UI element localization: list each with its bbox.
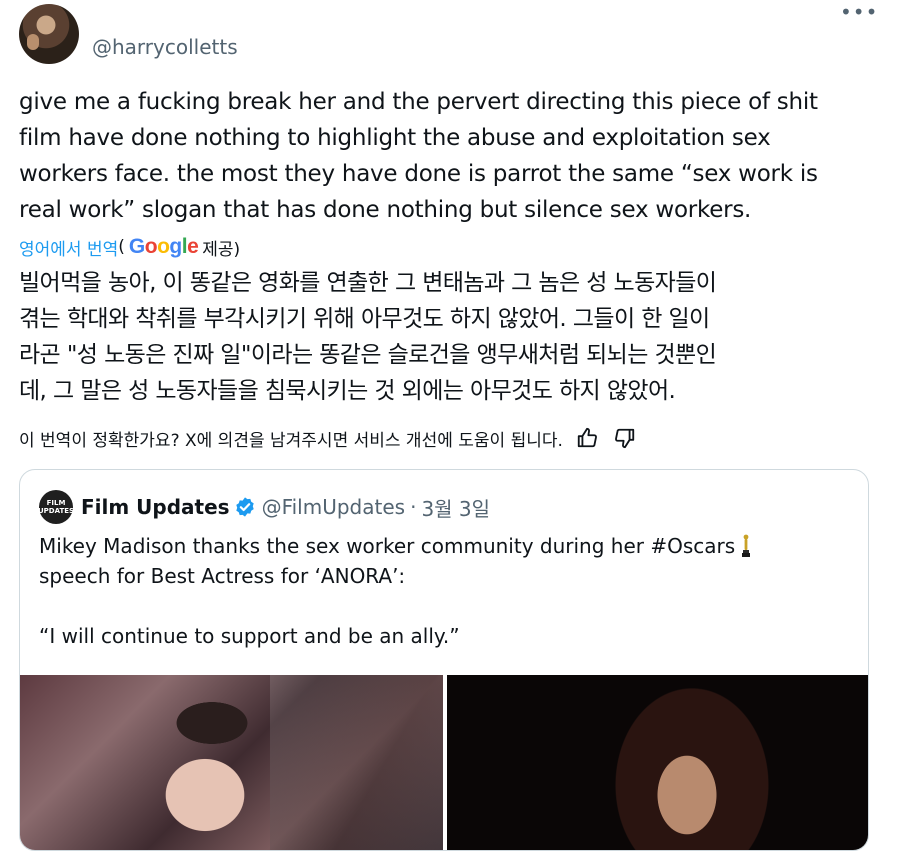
quoted-date[interactable]: 3월 3일 <box>421 493 490 522</box>
thumbs-down-icon[interactable] <box>611 424 639 452</box>
feedback-prompt: 이 번역이 정확한가요? X에 의견을 남겨주시면 서비스 개선에 도움이 됩니… <box>19 430 563 451</box>
quoted-author-name[interactable]: Film Updates <box>81 495 230 519</box>
translation-attribution: 영어에서 번역 ( Google 제공) <box>19 233 240 261</box>
verified-badge-icon <box>235 497 254 517</box>
translation-feedback: 이 번역이 정확한가요? X에 의견을 남겨주시면 서비스 개선에 도움이 됩니… <box>19 423 639 453</box>
author-handle[interactable]: @harrycolletts <box>92 35 238 59</box>
quoted-avatar[interactable]: FILM UPDATES <box>38 490 74 524</box>
quoted-tweet[interactable]: FILM UPDATES Film Updates @FilmUpdates ·… <box>19 469 869 851</box>
google-logo: Google <box>128 235 199 258</box>
quoted-tweet-header: FILM UPDATES Film Updates @FilmUpdates ·… <box>38 490 490 524</box>
more-options-icon[interactable]: ••• <box>840 2 877 25</box>
thumbs-up-icon[interactable] <box>573 424 601 452</box>
oscar-trophy-icon <box>742 534 751 557</box>
media-image-left[interactable] <box>20 675 443 850</box>
quoted-tweet-text: Mikey Madison thanks the sex worker comm… <box>39 531 839 651</box>
translate-paren-open: ( <box>118 237 125 257</box>
media-image-right[interactable] <box>447 675 868 850</box>
translate-link[interactable]: 영어에서 번역 <box>19 235 118 260</box>
quoted-text-line-1: Mikey Madison thanks the sex worker comm… <box>39 534 736 558</box>
quoted-author-handle[interactable]: @FilmUpdates <box>262 495 406 519</box>
quoted-text-rest: speech for Best Actress for ‘ANORA’: “I … <box>39 564 460 648</box>
header-separator: · <box>410 495 417 519</box>
translated-text: 빌어먹을 농아, 이 똥같은 영화를 연출한 그 변태놈과 그 놈은 성 노동자… <box>19 270 717 404</box>
avatar[interactable] <box>19 4 79 64</box>
tweet-text: give me a fucking break her and the perv… <box>19 89 818 223</box>
quoted-text-body: Mikey Madison thanks the sex worker comm… <box>39 534 751 648</box>
translate-suffix: 제공) <box>202 239 241 260</box>
